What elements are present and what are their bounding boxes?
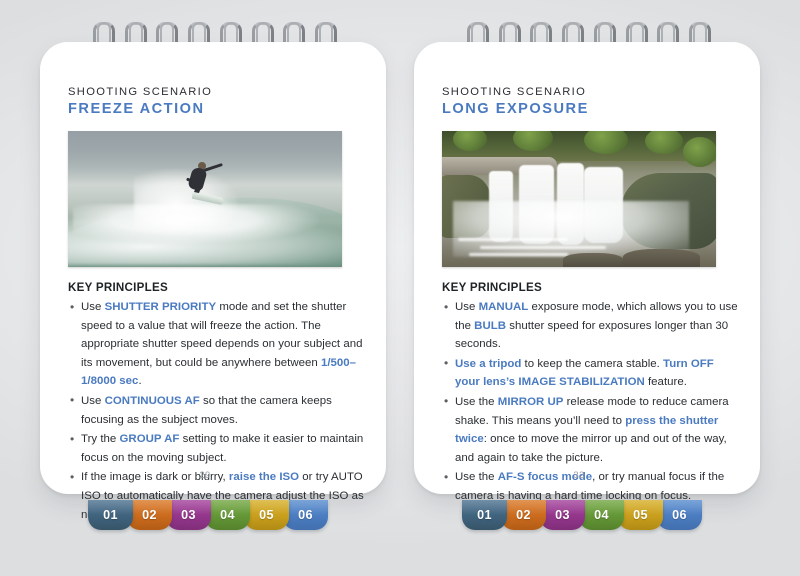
card-freeze-action: SHOOTING SCENARIO FREEZE ACTION KEY PRIN… [40, 42, 386, 521]
key-principles-heading: KEY PRINCIPLES [68, 281, 168, 294]
tab-06[interactable]: 06 [657, 500, 702, 530]
card-long-exposure: SHOOTING SCENARIO LONG EXPOSURE KEY PRIN… [414, 42, 760, 502]
tab-01[interactable]: 01 [88, 500, 133, 530]
surfer-figure [180, 162, 226, 206]
kicker-label: SHOOTING SCENARIO [442, 86, 587, 98]
page-title: FREEZE ACTION [68, 101, 205, 117]
list-item: Use MANUAL exposure mode, which allows y… [442, 298, 738, 354]
tab-05[interactable]: 05 [618, 500, 663, 530]
list-item: Use a tripod to keep the camera stable. … [442, 354, 738, 392]
list-item: Use the MIRROR UP release mode to reduce… [442, 392, 738, 467]
tab-04[interactable]: 04 [205, 500, 250, 530]
tab-06[interactable]: 06 [283, 500, 328, 530]
tab-02[interactable]: 02 [501, 500, 546, 530]
tab-01[interactable]: 01 [462, 500, 507, 530]
tab-strip-right: 01 02 03 04 05 06 [462, 500, 702, 530]
list-item: Use CONTINUOUS AF so that the camera kee… [68, 391, 364, 429]
tab-03[interactable]: 03 [540, 500, 585, 530]
tab-strip-left: 01 02 03 04 05 06 [88, 500, 328, 530]
page-number: 32 [573, 469, 585, 480]
tab-05[interactable]: 05 [244, 500, 289, 530]
tab-03[interactable]: 03 [166, 500, 211, 530]
photo-surfer [68, 131, 342, 267]
list-item: Use SHUTTER PRIORITY mode and set the sh… [68, 298, 364, 391]
key-principles-list: Use SHUTTER PRIORITY mode and set the sh… [68, 298, 364, 524]
page-title: LONG EXPOSURE [442, 101, 589, 117]
list-item: Try the GROUP AF setting to make it easi… [68, 430, 364, 467]
page-number: 29 [199, 469, 211, 480]
key-principles-heading: KEY PRINCIPLES [442, 281, 542, 294]
tab-04[interactable]: 04 [579, 500, 624, 530]
photo-waterfall [442, 131, 716, 267]
kicker-label: SHOOTING SCENARIO [68, 86, 213, 98]
spiral-flip-book: SHOOTING SCENARIO FREEZE ACTION KEY PRIN… [0, 0, 800, 576]
tab-02[interactable]: 02 [127, 500, 172, 530]
